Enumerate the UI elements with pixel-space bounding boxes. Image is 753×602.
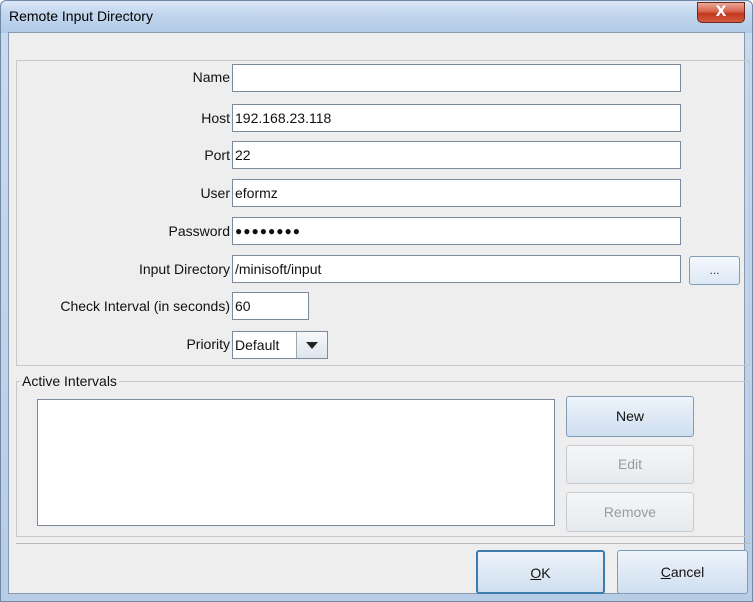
browse-directory-button[interactable]: ... bbox=[689, 256, 740, 285]
name-label-wrap: Name bbox=[16, 69, 230, 89]
port-label: Port bbox=[204, 147, 230, 163]
cancel-button[interactable]: Cancel bbox=[617, 550, 748, 594]
active-intervals-list[interactable] bbox=[37, 399, 555, 526]
host-label-wrap: Host bbox=[16, 110, 230, 130]
user-field[interactable] bbox=[232, 179, 681, 207]
ok-mnemonic: O bbox=[530, 565, 542, 581]
cancel-mnemonic: C bbox=[660, 564, 671, 580]
cancel-label-rest: ancel bbox=[670, 564, 705, 580]
footer-separator bbox=[16, 543, 750, 544]
priority-label-wrap: Priority bbox=[16, 336, 230, 356]
password-label-wrap: Password bbox=[16, 223, 230, 243]
check-interval-label-wrap: Check Interval (in seconds) bbox=[10, 298, 230, 318]
input-directory-field[interactable] bbox=[232, 255, 681, 283]
remove-interval-button[interactable]: Remove bbox=[566, 492, 694, 532]
edit-button-label: Edit bbox=[617, 456, 643, 472]
priority-label: Priority bbox=[186, 336, 230, 352]
user-label-wrap: User bbox=[16, 185, 230, 205]
ok-button[interactable]: OK bbox=[476, 550, 605, 594]
edit-interval-button[interactable]: Edit bbox=[566, 445, 694, 484]
browse-label: ... bbox=[709, 263, 720, 277]
close-icon: X bbox=[715, 4, 727, 20]
priority-selected-value: Default bbox=[235, 337, 280, 353]
close-button[interactable]: X bbox=[697, 2, 745, 23]
check-interval-label: Check Interval (in seconds) bbox=[60, 298, 230, 314]
port-label-wrap: Port bbox=[16, 147, 230, 167]
title-bar[interactable]: Remote Input Directory X bbox=[1, 1, 752, 33]
input-directory-label-wrap: Input Directory bbox=[16, 261, 230, 281]
window-title: Remote Input Directory bbox=[9, 8, 153, 24]
host-field[interactable] bbox=[232, 104, 681, 132]
port-field[interactable] bbox=[232, 141, 681, 169]
chevron-down-icon[interactable] bbox=[296, 332, 327, 358]
new-interval-button[interactable]: New bbox=[566, 396, 694, 437]
active-intervals-title: Active Intervals bbox=[20, 373, 119, 389]
name-field[interactable] bbox=[232, 64, 681, 92]
new-button-label: New bbox=[615, 408, 644, 424]
priority-dropdown[interactable]: Default bbox=[232, 331, 328, 359]
user-label: User bbox=[200, 185, 230, 201]
password-label: Password bbox=[168, 223, 230, 239]
remove-button-label: Remove bbox=[603, 504, 657, 520]
input-directory-label: Input Directory bbox=[138, 261, 230, 277]
ok-label-rest: K bbox=[541, 565, 551, 581]
name-label: Name bbox=[192, 69, 230, 85]
password-field[interactable]: ●●●●●●●● bbox=[232, 217, 681, 245]
check-interval-field[interactable] bbox=[232, 292, 309, 320]
host-label: Host bbox=[201, 110, 230, 126]
